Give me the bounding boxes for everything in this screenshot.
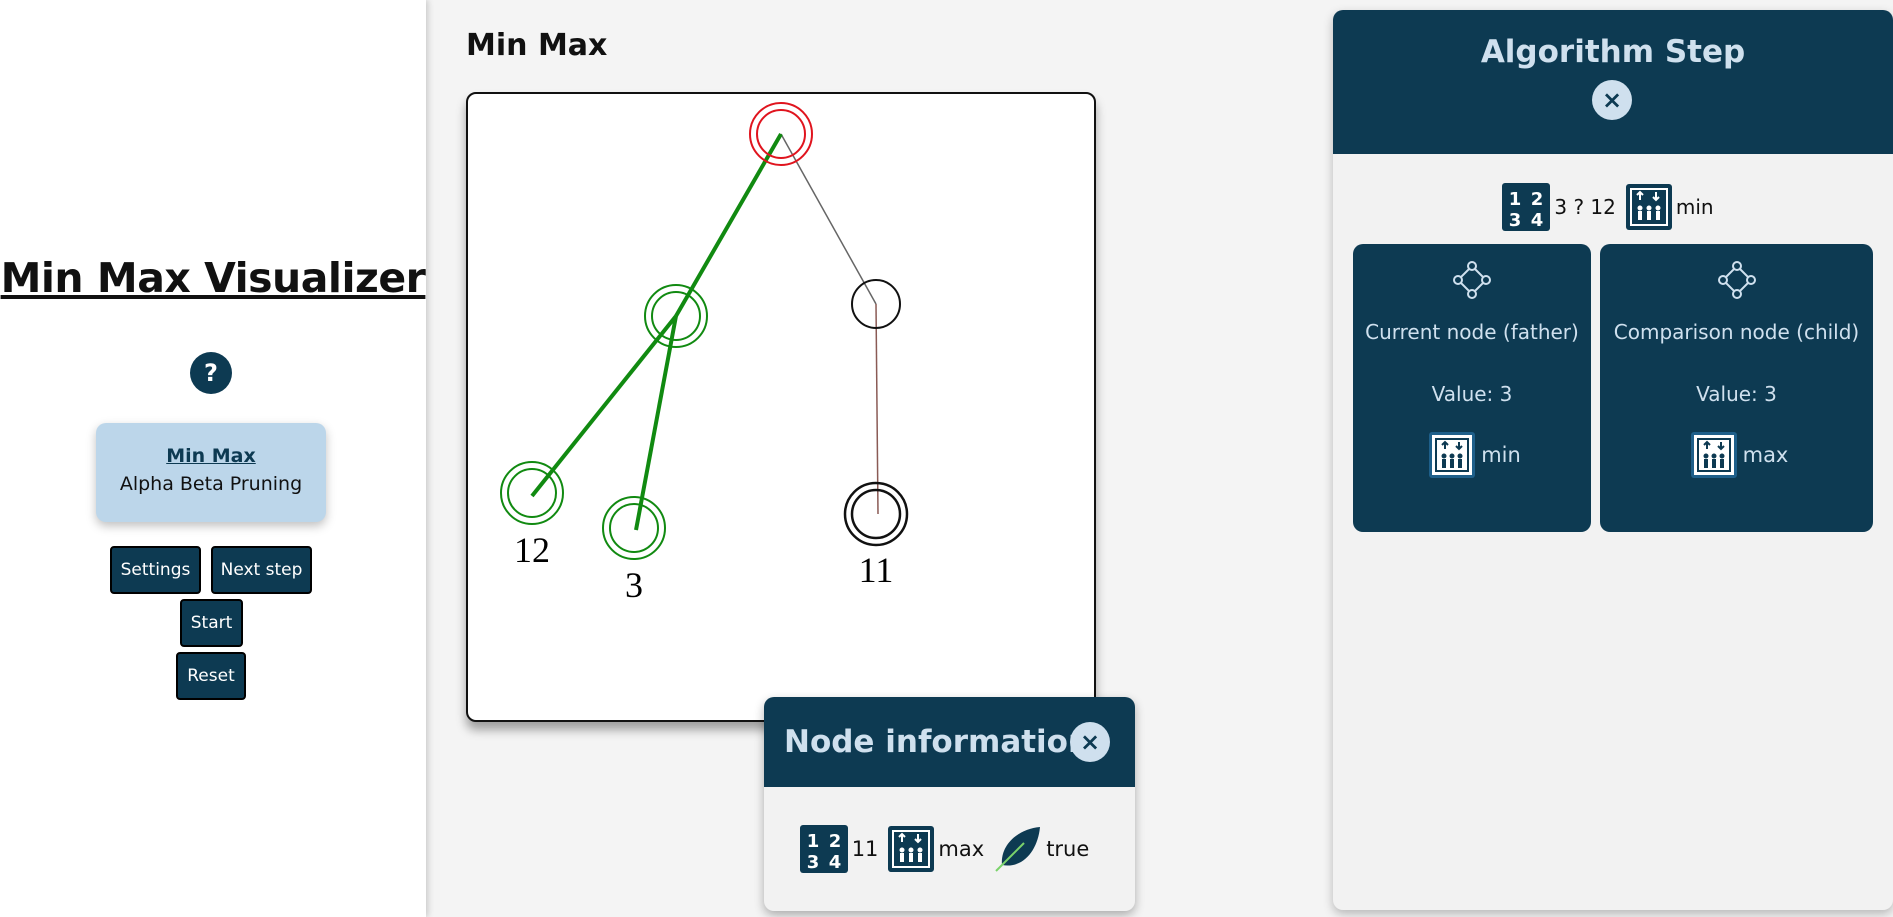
comparison-type: min (1675, 195, 1714, 219)
close-algorithm-step-button[interactable]: × (1592, 80, 1632, 120)
leaf-node-11[interactable] (843, 481, 909, 547)
leaf-label-3: 3 (625, 565, 643, 605)
settings-button[interactable]: Settings (110, 546, 201, 594)
svg-text:1: 1 (806, 831, 819, 852)
elevator-icon (1625, 184, 1672, 230)
reset-button[interactable]: Reset (176, 652, 246, 700)
current-node-type: min (1481, 443, 1521, 467)
next-step-button[interactable]: Next step (211, 546, 312, 594)
node-info-row: 1 2 3 4 11 max true (764, 787, 1135, 911)
help-button[interactable]: ? (190, 352, 232, 394)
node-value: 11 (851, 837, 879, 861)
current-node-card: Current node (father) Value: 3 min (1353, 244, 1591, 532)
current-node-label: Current node (father) (1365, 320, 1579, 344)
leaf-label-12: 12 (514, 530, 550, 570)
algorithm-option-alpha-beta[interactable]: Alpha Beta Pruning (96, 473, 326, 495)
elevator-icon (888, 826, 935, 872)
node-graph-icon-wrap (1353, 260, 1591, 300)
algorithm-selector: Min Max Alpha Beta Pruning (96, 423, 326, 522)
algorithm-step-panel: Algorithm Step × 1 2 3 4 3 ? 12 min Curr… (1333, 10, 1893, 910)
node-is-leaf: true (1046, 837, 1090, 861)
svg-text:3: 3 (1509, 210, 1522, 231)
leaf-node-3[interactable] (602, 496, 666, 560)
edge-left-leaf12 (530, 314, 678, 498)
comparison-node-type-row: max (1600, 432, 1873, 478)
tree-graph: 12 3 11 (500, 102, 909, 605)
svg-text:4: 4 (1531, 210, 1544, 231)
comparison-node-label: Comparison node (child) (1613, 320, 1860, 344)
elevator-icon (1429, 432, 1476, 478)
algorithm-step-title: Algorithm Step (1480, 34, 1746, 70)
svg-text:4: 4 (828, 852, 841, 873)
numbers-icon: 1 2 3 4 (1502, 183, 1551, 231)
comparison-node-value: Value: 3 (1696, 382, 1777, 406)
page-title: Min Max (466, 28, 608, 63)
svg-text:3: 3 (806, 852, 819, 873)
elevator-icon (1690, 432, 1737, 478)
close-node-info-button[interactable]: × (1070, 722, 1110, 762)
sidebar: Min Max Visualizer ? Min Max Alpha Beta … (0, 0, 426, 917)
algorithm-step-header: Algorithm Step × (1333, 10, 1893, 154)
algorithm-option-min-max[interactable]: Min Max (96, 445, 326, 467)
leaf-icon (994, 825, 1042, 873)
leaf-label-11: 11 (859, 550, 894, 590)
node-graph-icon (1452, 260, 1492, 300)
tree-canvas[interactable]: 12 3 11 (466, 92, 1096, 722)
comparison-node-type: max (1742, 443, 1789, 467)
node-information-header: Node information × (764, 697, 1135, 787)
node-type: max (938, 837, 985, 861)
node-graph-icon (1717, 260, 1757, 300)
start-button[interactable]: Start (180, 599, 243, 647)
edge-root-right (780, 133, 877, 305)
svg-text:2: 2 (828, 831, 841, 852)
comparison-row: 1 2 3 4 3 ? 12 min (1333, 183, 1893, 231)
svg-text:2: 2 (1531, 189, 1544, 210)
current-node-value: Value: 3 (1431, 382, 1513, 406)
comparison-text: 3 ? 12 (1554, 195, 1616, 219)
numbers-icon: 1 2 3 4 (799, 825, 848, 873)
app-title: Min Max Visualizer (0, 254, 426, 302)
node-information-panel: Node information × 1 2 3 4 11 max true (764, 697, 1135, 911)
svg-text:1: 1 (1509, 189, 1522, 210)
node-graph-icon-wrap (1600, 260, 1873, 300)
node-information-title: Node information (784, 724, 1091, 760)
comparison-node-card: Comparison node (child) Value: 3 max (1600, 244, 1873, 532)
current-node-type-row: min (1353, 432, 1591, 478)
